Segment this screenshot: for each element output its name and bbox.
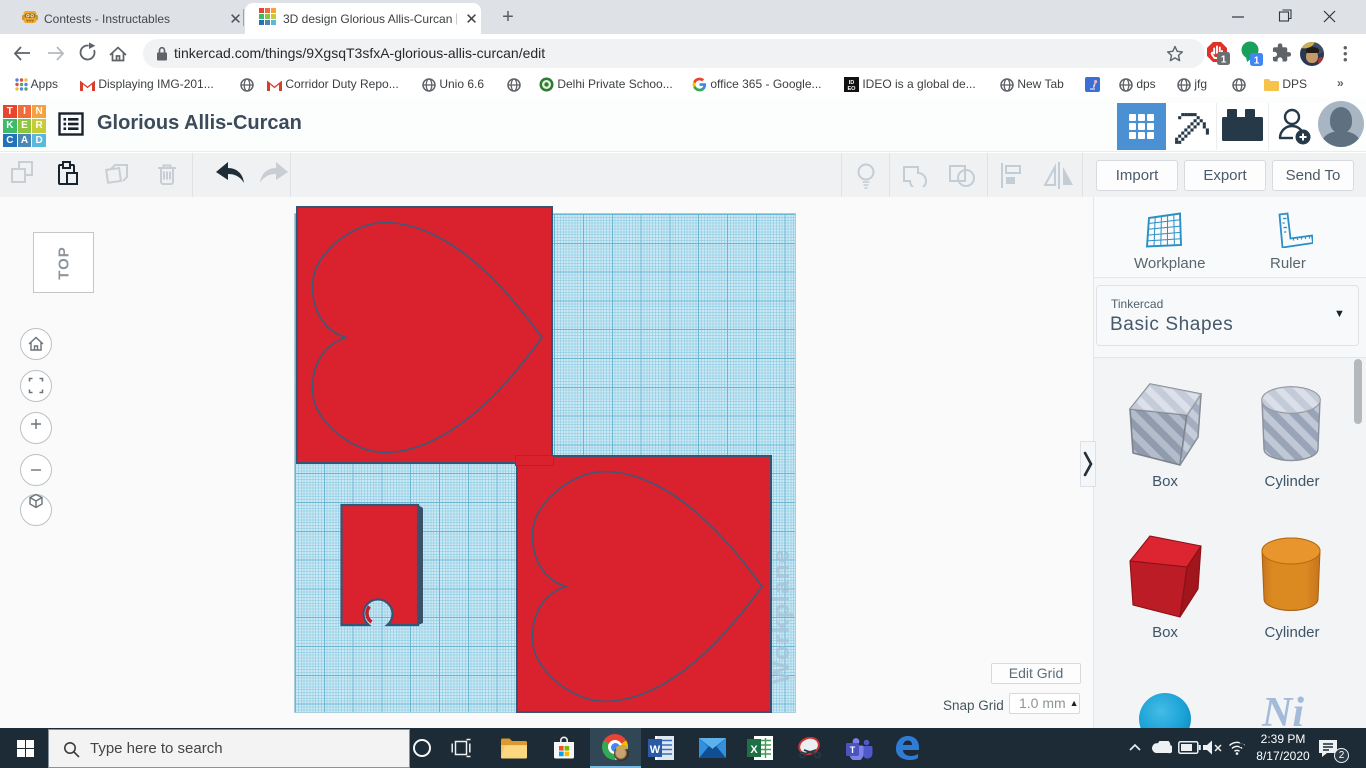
svg-text:W: W: [650, 744, 661, 756]
svg-text:X: X: [750, 744, 758, 756]
svg-text:T: T: [850, 745, 856, 755]
svg-text:EO: EO: [847, 86, 856, 92]
svg-text:1: 1: [1254, 56, 1260, 67]
svg-text:1: 1: [1221, 55, 1227, 66]
